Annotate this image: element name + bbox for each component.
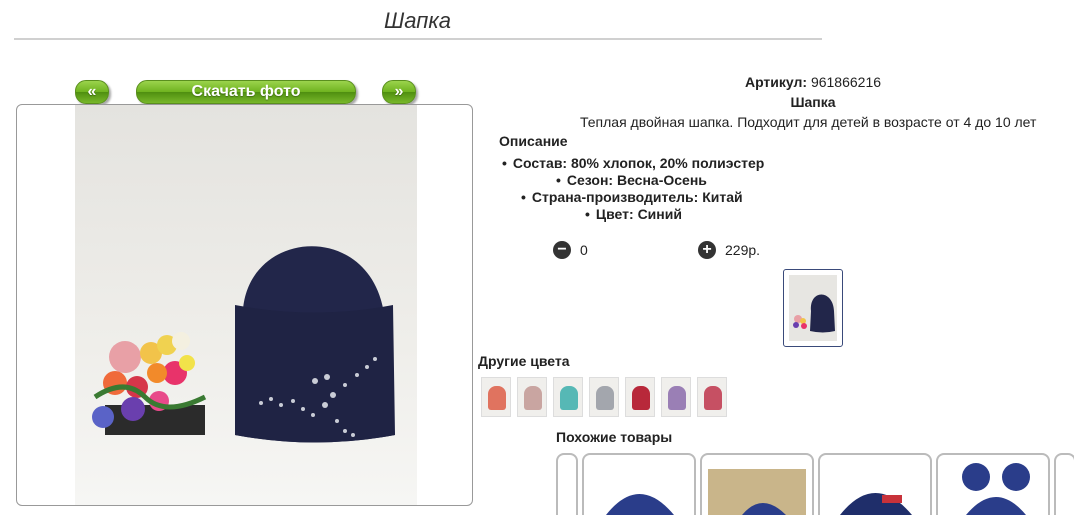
similar-product-card[interactable]	[936, 453, 1050, 515]
product-description: Теплая двойная шапка. Подходит для детей…	[580, 114, 1037, 130]
attribute-item: Цвет: Синий	[585, 206, 682, 222]
similar-product-card[interactable]	[556, 453, 578, 515]
similar-products-list	[556, 453, 1074, 515]
color-swatch[interactable]	[553, 377, 583, 417]
quantity-control: − 0	[553, 241, 588, 259]
sku-label: Артикул:	[744, 74, 808, 90]
color-swatch[interactable]	[661, 377, 691, 417]
description-heading: Описание	[499, 133, 568, 149]
similar-product-card[interactable]	[818, 453, 932, 515]
other-colors-list	[481, 377, 727, 417]
color-swatch[interactable]	[481, 377, 511, 417]
attribute-item: Страна-производитель: Китай	[521, 189, 743, 205]
minus-circle-icon[interactable]: −	[553, 241, 571, 259]
color-swatch[interactable]	[697, 377, 727, 417]
color-swatch[interactable]	[625, 377, 655, 417]
price-value: 229р.	[725, 242, 761, 258]
attribute-item: Сезон: Весна-Осень	[556, 172, 707, 188]
quantity-value: 0	[580, 242, 588, 258]
product-photo-frame	[16, 104, 473, 506]
download-photo-button[interactable]: Скачать фото	[136, 80, 356, 104]
product-name: Шапка	[790, 94, 836, 110]
other-colors-heading: Другие цвета	[478, 353, 570, 369]
plus-circle-icon[interactable]: +	[698, 241, 716, 259]
page-title: Шапка	[384, 8, 451, 33]
flower-bouquet	[92, 332, 207, 435]
prev-photo-button[interactable]: «	[75, 80, 109, 104]
next-photo-button[interactable]: »	[382, 80, 416, 104]
similar-product-card[interactable]	[1054, 453, 1074, 515]
color-swatch[interactable]	[589, 377, 619, 417]
sku-line: Артикул: 961866216	[480, 74, 1074, 90]
title-divider	[14, 38, 822, 40]
similar-products-heading: Похожие товары	[556, 429, 673, 445]
product-photo[interactable]	[75, 105, 417, 505]
similar-product-card[interactable]	[700, 453, 814, 515]
color-swatch[interactable]	[517, 377, 547, 417]
main-photo-thumbnail[interactable]	[783, 269, 843, 347]
similar-product-card[interactable]	[582, 453, 696, 515]
price-control: + 229р.	[698, 241, 760, 259]
sku-value: 961866216	[810, 74, 882, 90]
attribute-item: Состав: 80% хлопок, 20% полиэстер	[502, 155, 764, 171]
hat-image	[235, 246, 395, 443]
